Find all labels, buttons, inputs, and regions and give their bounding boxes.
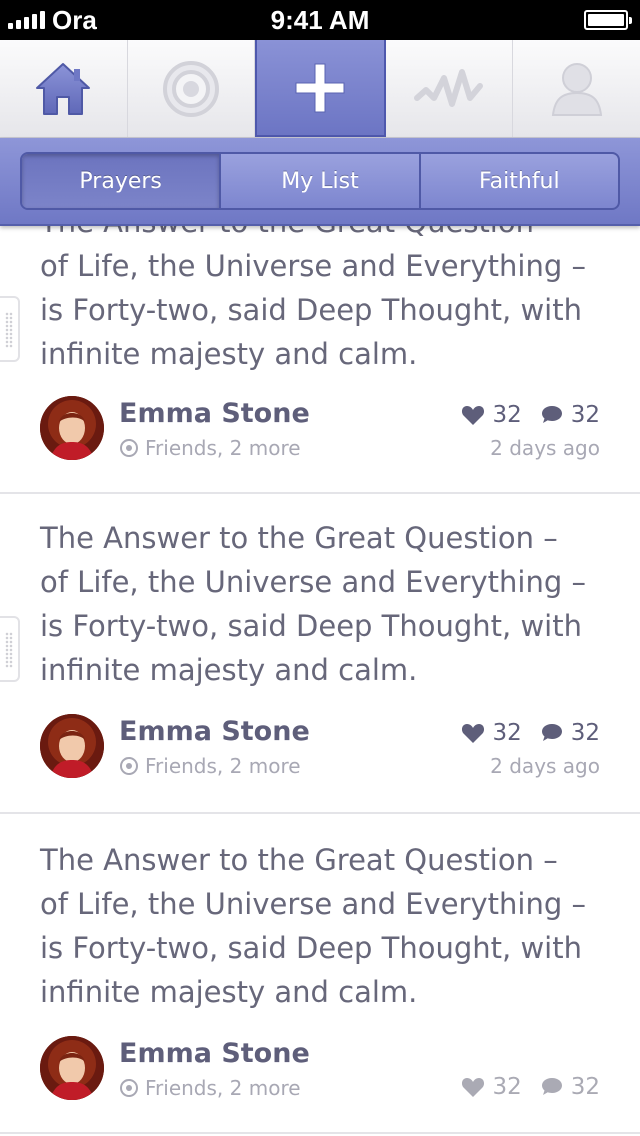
audience-target-icon	[120, 439, 138, 457]
avatar[interactable]	[40, 1036, 104, 1100]
comment-count[interactable]: 32	[540, 402, 600, 428]
segmented-control: Prayers My List Faithful	[20, 152, 620, 210]
drag-handle[interactable]	[0, 616, 20, 682]
tab-profile[interactable]	[513, 40, 640, 137]
filter-header: Prayers My List Faithful	[0, 138, 640, 226]
tab-target[interactable]	[128, 40, 256, 137]
home-icon	[36, 62, 91, 115]
prayer-card[interactable]: The Answer to the Great Question – of Li…	[0, 814, 640, 1134]
post-stats: 32 32	[461, 720, 600, 746]
avatar-image	[40, 396, 104, 460]
heart-icon	[462, 1078, 485, 1097]
audience: Friends, 2 more	[119, 754, 301, 778]
post-stats: 32 32	[461, 402, 600, 428]
tab-home[interactable]	[0, 40, 128, 137]
author-name[interactable]: Emma Stone	[119, 398, 310, 429]
heart-icon	[462, 406, 485, 425]
avatar-image	[40, 1036, 104, 1100]
prayer-text: The Answer to the Great Question – of Li…	[40, 843, 586, 1009]
time-ago: 2 days ago	[490, 754, 600, 778]
author-name[interactable]: Emma Stone	[119, 716, 310, 747]
audience-target-icon	[120, 757, 138, 775]
comment-icon	[541, 724, 562, 741]
comment-count[interactable]: 32	[540, 720, 600, 746]
heart-icon	[462, 724, 485, 743]
tab-add[interactable]	[255, 40, 386, 137]
status-bar: Ora 9:41 AM	[0, 0, 640, 40]
avatar[interactable]	[40, 714, 104, 778]
like-count[interactable]: 32	[461, 402, 522, 428]
status-time: 9:41 AM	[270, 5, 370, 35]
audience: Friends, 2 more	[119, 436, 301, 460]
author-name[interactable]: Emma Stone	[119, 1038, 310, 1069]
target-icon	[162, 60, 219, 117]
comment-icon	[541, 406, 562, 423]
like-count[interactable]: 32	[461, 1074, 522, 1100]
like-count[interactable]: 32	[461, 720, 522, 746]
tab-bar	[0, 40, 640, 138]
profile-icon	[551, 62, 602, 116]
drag-handle[interactable]	[0, 296, 20, 362]
prayer-card[interactable]: The Answer to the Great Question – of Li…	[0, 494, 640, 814]
audience-target-icon	[120, 1079, 138, 1097]
battery-icon	[584, 10, 632, 30]
prayer-feed[interactable]: The Answer to the Great Question – of Li…	[0, 226, 640, 1136]
segment-my-list[interactable]: My List	[221, 154, 421, 208]
avatar-image	[40, 714, 104, 778]
audience: Friends, 2 more	[119, 1076, 301, 1100]
prayer-text: The Answer to the Great Question – of Li…	[40, 521, 586, 687]
comment-icon	[541, 1078, 562, 1095]
segment-prayers[interactable]: Prayers	[22, 154, 222, 208]
segment-faithful[interactable]: Faithful	[421, 154, 618, 208]
avatar[interactable]	[40, 396, 104, 460]
comment-count[interactable]: 32	[540, 1074, 600, 1100]
plus-icon	[295, 63, 345, 112]
prayer-text: The Answer to the Great Question – of Li…	[40, 226, 586, 371]
activity-icon	[414, 68, 484, 107]
time-ago: 2 days ago	[490, 436, 600, 460]
post-stats: 32 32	[461, 1074, 600, 1100]
tab-activity[interactable]	[386, 40, 514, 137]
prayer-card[interactable]: The Answer to the Great Question – of Li…	[0, 226, 640, 494]
